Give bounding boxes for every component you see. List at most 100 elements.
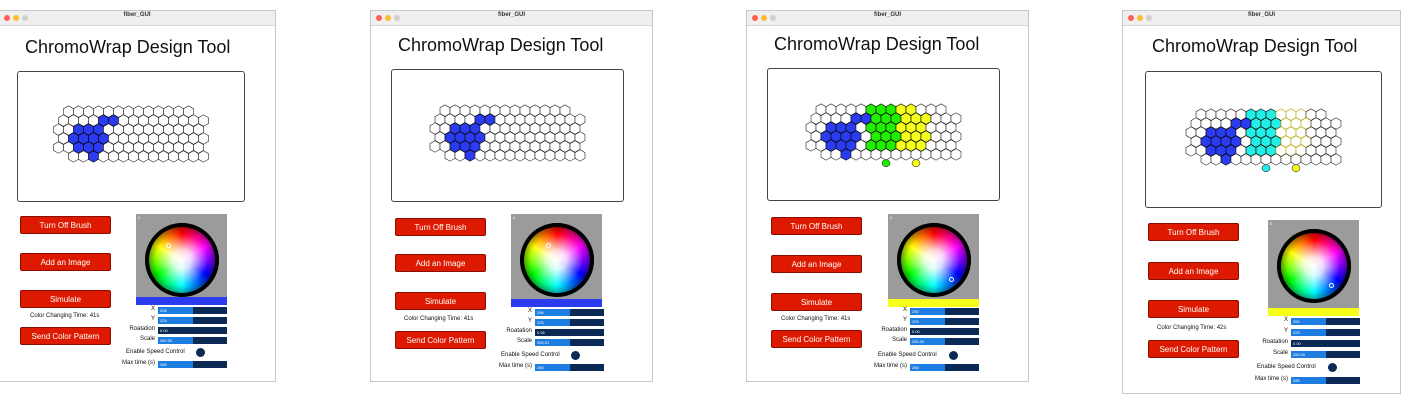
slider-track[interactable]: 225 [535,319,604,326]
color-picker[interactable]: 0 [136,214,227,297]
hex-cell[interactable] [860,148,872,161]
slider-track[interactable]: 285 [158,361,227,368]
hex-cell[interactable] [1240,153,1252,166]
hex-cell[interactable] [1270,153,1282,166]
hex-cell[interactable] [429,140,441,153]
hex-cell[interactable] [524,149,536,162]
hex-cell[interactable] [198,150,209,163]
hex-cell[interactable] [840,148,852,161]
slider-track[interactable]: 296 [535,309,604,316]
hex-cell[interactable] [1210,153,1222,166]
hex-cell[interactable] [484,149,496,162]
hex-cell[interactable] [1200,153,1212,166]
hex-cell[interactable] [1250,153,1262,166]
hex-cell[interactable] [880,148,892,161]
color-wheel[interactable] [1277,229,1351,303]
hex-cell[interactable] [444,149,456,162]
hex-cell[interactable] [1230,153,1242,166]
hex-cell[interactable] [158,150,169,163]
color-wheel[interactable] [145,223,219,297]
hex-cell[interactable] [494,149,506,162]
hex-cell[interactable] [88,150,99,163]
title-bar[interactable]: fiber_GUI [747,11,1028,26]
slider-track[interactable]: 260.01 [535,339,604,346]
title-bar[interactable]: fiber_GUI [1123,11,1400,26]
speed-control-toggle[interactable] [1328,363,1337,372]
hex-cell[interactable] [554,149,566,162]
hex-cell[interactable] [564,149,576,162]
hex-cell[interactable] [900,148,912,161]
hex-cell[interactable] [1300,153,1312,166]
hex-cell[interactable] [178,150,189,163]
hex-cell[interactable] [950,148,962,161]
hex-cell[interactable] [148,150,159,163]
hex-cell[interactable] [534,149,546,162]
slider-track[interactable]: 285 [910,364,979,371]
hex-cell[interactable] [574,149,586,162]
title-bar[interactable]: fiber_GUI [0,11,275,26]
slider-track[interactable]: 0.00 [158,327,227,334]
color-wheel[interactable] [897,223,971,297]
hex-cell[interactable] [514,149,526,162]
hex-cell[interactable] [930,148,942,161]
hex-cell[interactable] [1290,153,1302,166]
hex-cell[interactable] [544,149,556,162]
speed-control-toggle[interactable] [571,351,580,360]
hex-cell[interactable] [1320,153,1332,166]
slider-track[interactable]: 225 [1291,329,1360,336]
hex-cell[interactable] [128,150,139,163]
color-wheel[interactable] [520,223,594,297]
speed-control-toggle[interactable] [196,348,205,357]
slider-track[interactable]: 285 [1291,377,1360,384]
slider-track[interactable]: 225 [158,317,227,324]
color-marker[interactable] [1329,282,1335,288]
color-picker[interactable]: 0 [511,214,602,299]
hex-cell[interactable] [78,150,89,163]
title-bar[interactable]: fiber_GUI [371,11,652,26]
simulate-button[interactable]: Simulate [20,290,111,308]
hex-cell[interactable] [820,148,832,161]
hex-cell[interactable] [830,148,842,161]
hex-cell[interactable] [920,148,932,161]
hex-cell[interactable] [1280,153,1292,166]
add-image-button[interactable]: Add an Image [395,254,486,272]
hex-cell[interactable] [454,149,466,162]
color-marker[interactable] [545,242,551,248]
hex-cell[interactable] [940,148,952,161]
hex-cell[interactable] [890,148,902,161]
send-color-pattern-button[interactable]: Send Color Pattern [1148,340,1239,358]
slider-track[interactable]: 0.00 [910,328,979,335]
hex-canvas[interactable] [391,69,624,202]
add-image-button[interactable]: Add an Image [1148,262,1239,280]
hex-cell[interactable] [1220,153,1232,166]
hex-cell[interactable] [870,148,882,161]
hex-canvas[interactable] [767,68,1000,201]
hex-cell[interactable] [1330,153,1342,166]
hex-cell[interactable] [138,150,149,163]
slider-track[interactable]: 250 [1291,318,1360,325]
slider-track[interactable]: 285 [535,364,604,371]
slider-track[interactable]: 260.00 [158,337,227,344]
hex-cell[interactable] [188,150,199,163]
hex-cell[interactable] [1310,153,1322,166]
hex-canvas[interactable] [1145,71,1382,208]
turn-off-brush-button[interactable]: Turn Off Brush [395,218,486,236]
turn-off-brush-button[interactable]: Turn Off Brush [20,216,111,234]
turn-off-brush-button[interactable]: Turn Off Brush [771,217,862,235]
simulate-button[interactable]: Simulate [1148,300,1239,318]
slider-track[interactable]: 0.00 [1291,340,1360,347]
slider-track[interactable]: 250.00 [1291,351,1360,358]
hex-cell[interactable] [108,150,119,163]
slider-track[interactable]: 225 [910,318,979,325]
color-marker[interactable] [949,276,955,282]
hex-cell[interactable] [474,149,486,162]
hex-cell[interactable] [118,150,129,163]
send-color-pattern-button[interactable]: Send Color Pattern [771,330,862,348]
color-marker[interactable] [166,242,172,248]
hex-cell[interactable] [1260,153,1272,166]
hex-cell[interactable] [850,148,862,161]
hex-cell[interactable] [464,149,476,162]
speed-control-toggle[interactable] [949,351,958,360]
add-image-button[interactable]: Add an Image [771,255,862,273]
send-color-pattern-button[interactable]: Send Color Pattern [395,331,486,349]
